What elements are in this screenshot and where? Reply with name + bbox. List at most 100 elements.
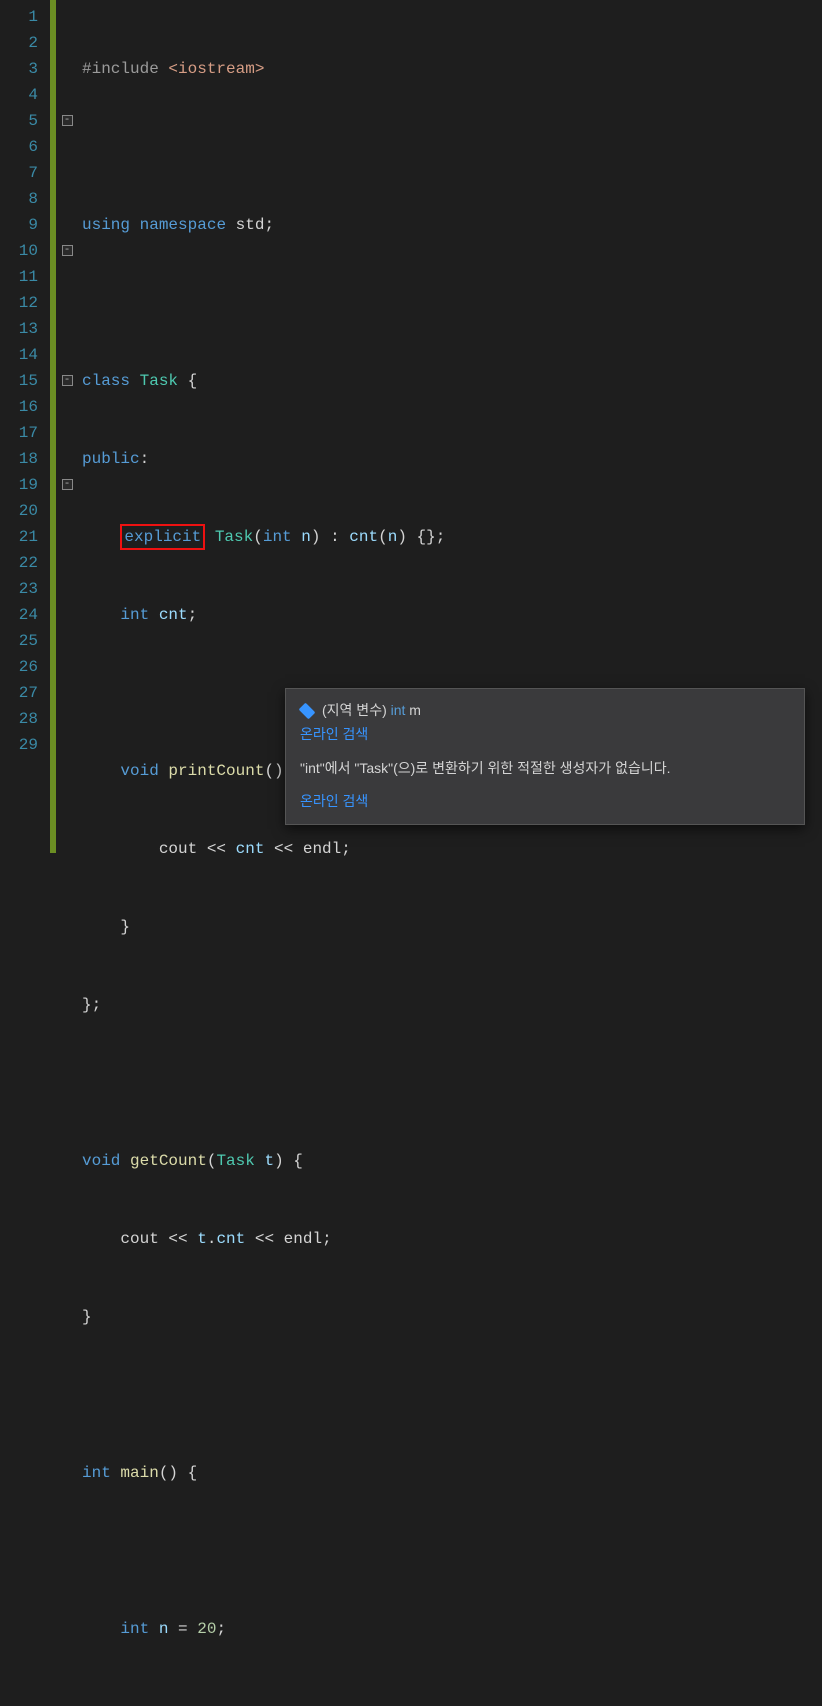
preprocessor: #include: [82, 60, 159, 78]
variable: n: [159, 1620, 169, 1638]
line-number: 3: [6, 56, 38, 82]
code-line[interactable]: }: [82, 1304, 822, 1330]
line-number: 14: [6, 342, 38, 368]
line-number: 23: [6, 576, 38, 602]
fold-gutter: - - - -: [56, 0, 78, 853]
line-number: 8: [6, 186, 38, 212]
function: getCount: [130, 1152, 207, 1170]
operator: <<: [197, 840, 235, 858]
keyword: using: [82, 216, 130, 234]
param: t: [264, 1152, 274, 1170]
keyword: void: [82, 1152, 120, 1170]
line-number: 21: [6, 524, 38, 550]
keyword: class: [82, 372, 130, 390]
line-number: 15: [6, 368, 38, 394]
highlight-box: explicit: [120, 524, 205, 550]
keyword: void: [120, 762, 158, 780]
code-line[interactable]: cout << cnt << endl;: [82, 836, 822, 862]
punct: ;: [216, 1620, 226, 1638]
line-number: 25: [6, 628, 38, 654]
punct: {: [178, 1464, 197, 1482]
punct: ): [397, 528, 407, 546]
keyword: int: [120, 606, 149, 624]
param: n: [301, 528, 311, 546]
number: 20: [197, 1620, 216, 1638]
line-number: 17: [6, 420, 38, 446]
code-line[interactable]: int main() {: [82, 1460, 822, 1486]
line-number: 10: [6, 238, 38, 264]
code-line[interactable]: int cnt;: [82, 602, 822, 628]
error-tooltip: (지역 변수) int m 온라인 검색 "int"에서 "Task"(으)로 …: [285, 688, 805, 825]
code-line[interactable]: int n = 20;: [82, 1616, 822, 1642]
line-number: 7: [6, 160, 38, 186]
code-line[interactable]: using namespace std;: [82, 212, 822, 238]
operator: =: [168, 1620, 197, 1638]
online-search-link[interactable]: 온라인 검색: [300, 723, 790, 747]
punct: :: [320, 528, 349, 546]
punct: (: [207, 1152, 217, 1170]
code-line[interactable]: class Task {: [82, 368, 822, 394]
punct: (: [253, 528, 263, 546]
keyword: namespace: [140, 216, 226, 234]
identifier: t: [197, 1230, 207, 1248]
punct: ;: [264, 216, 274, 234]
line-number: 19: [6, 472, 38, 498]
tooltip-kind-label: (지역 변수): [322, 702, 391, 718]
code-line[interactable]: #include <iostream>: [82, 56, 822, 82]
punct: };: [82, 996, 101, 1014]
code-line[interactable]: explicit Task(int n) : cnt(n) {};: [82, 524, 822, 550]
code-line[interactable]: [82, 134, 822, 160]
line-number: 4: [6, 82, 38, 108]
line-number: 16: [6, 394, 38, 420]
member: cnt: [349, 528, 378, 546]
code-line[interactable]: void getCount(Task t) {: [82, 1148, 822, 1174]
line-number-gutter: 1 2 3 4 5 6 7 8 9 10 11 12 13 14 15 16 1…: [0, 0, 50, 853]
code-line[interactable]: [82, 1694, 822, 1706]
code-line[interactable]: [82, 1382, 822, 1408]
fold-toggle[interactable]: -: [62, 375, 73, 386]
code-line[interactable]: }: [82, 914, 822, 940]
type: Task: [216, 1152, 254, 1170]
identifier: cout: [120, 1230, 158, 1248]
punct: ;: [341, 840, 351, 858]
identifier: std: [236, 216, 265, 234]
type: Task: [140, 372, 178, 390]
punct: {: [284, 1152, 303, 1170]
line-number: 12: [6, 290, 38, 316]
fold-toggle[interactable]: -: [62, 479, 73, 490]
identifier: endl: [303, 840, 341, 858]
code-line[interactable]: [82, 1070, 822, 1096]
code-line[interactable]: [82, 1538, 822, 1564]
line-number: 18: [6, 446, 38, 472]
member: cnt: [159, 606, 188, 624]
keyword: explicit: [124, 528, 201, 546]
fold-toggle[interactable]: -: [62, 115, 73, 126]
fold-toggle[interactable]: -: [62, 245, 73, 256]
keyword: int: [263, 528, 292, 546]
line-number: 13: [6, 316, 38, 342]
line-number: 9: [6, 212, 38, 238]
line-number: 20: [6, 498, 38, 524]
punct: ;: [188, 606, 198, 624]
tooltip-signature: (지역 변수) int m: [300, 699, 790, 723]
member: cnt: [236, 840, 265, 858]
line-number: 24: [6, 602, 38, 628]
code-line[interactable]: };: [82, 992, 822, 1018]
online-search-link[interactable]: 온라인 검색: [300, 790, 790, 814]
code-line[interactable]: cout << t.cnt << endl;: [82, 1226, 822, 1252]
punct: (): [264, 762, 283, 780]
keyword: int: [82, 1464, 111, 1482]
line-number: 11: [6, 264, 38, 290]
line-number: 27: [6, 680, 38, 706]
member: cnt: [216, 1230, 245, 1248]
line-number: 22: [6, 550, 38, 576]
tooltip-var: m: [405, 702, 421, 718]
line-number: 29: [6, 732, 38, 758]
punct: :: [140, 450, 150, 468]
punct: {: [178, 372, 197, 390]
param: n: [388, 528, 398, 546]
operator: <<: [159, 1230, 197, 1248]
line-number: 1: [6, 4, 38, 30]
code-line[interactable]: [82, 290, 822, 316]
code-line[interactable]: public:: [82, 446, 822, 472]
